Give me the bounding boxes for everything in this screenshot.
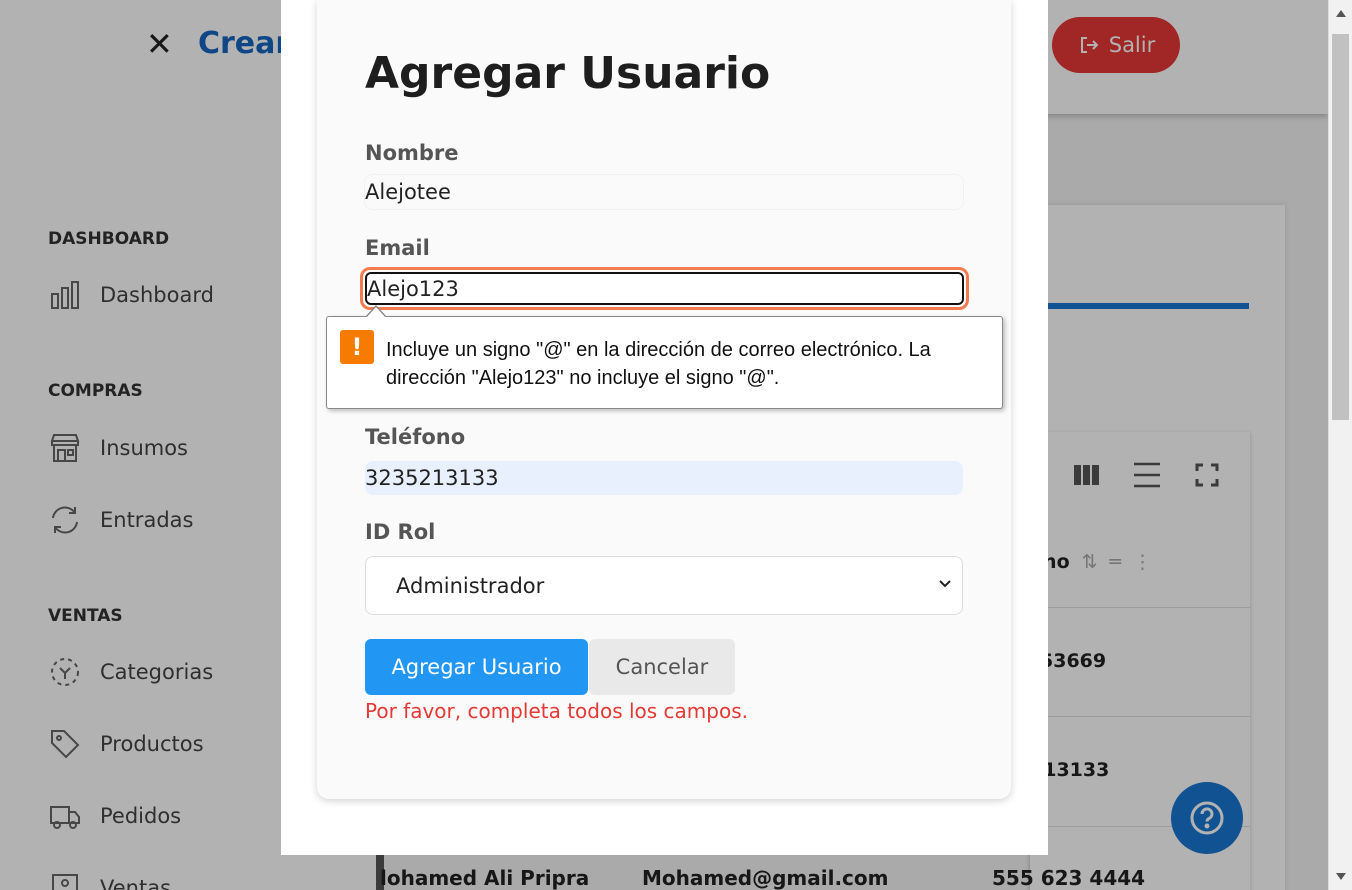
rol-select-value: Administrador (396, 573, 545, 598)
rol-select[interactable]: Administrador (365, 556, 963, 615)
validation-message-line1: Incluye un signo "@" en la dirección de … (386, 339, 931, 361)
scroll-down-arrow[interactable] (1336, 873, 1346, 880)
validation-message: Incluye un signo "@" en la dirección de … (386, 336, 986, 392)
add-user-button[interactable]: Agregar Usuario (365, 639, 588, 695)
modal-title: Agregar Usuario (365, 48, 771, 99)
chevron-down-icon (939, 580, 951, 588)
telefono-label: Teléfono (365, 425, 466, 449)
telefono-field[interactable] (365, 461, 963, 495)
cancel-button[interactable]: Cancelar (589, 639, 735, 695)
rol-label: ID Rol (365, 520, 436, 544)
email-label: Email (365, 236, 430, 260)
scroll-thumb[interactable] (1332, 34, 1349, 420)
tooltip-arrow-inner (366, 307, 386, 318)
scrollbar[interactable] (1328, 0, 1352, 890)
form-error-message: Por favor, completa todos los campos. (365, 699, 748, 723)
nombre-field[interactable] (365, 175, 963, 209)
validation-message-line2: dirección "Alejo123" no incluye el signo… (386, 367, 780, 389)
email-field-focus-ring (360, 267, 969, 310)
nombre-label: Nombre (365, 141, 459, 165)
scroll-up-arrow[interactable] (1336, 10, 1346, 17)
email-field[interactable] (365, 272, 964, 305)
warning-icon: ! (340, 330, 374, 364)
